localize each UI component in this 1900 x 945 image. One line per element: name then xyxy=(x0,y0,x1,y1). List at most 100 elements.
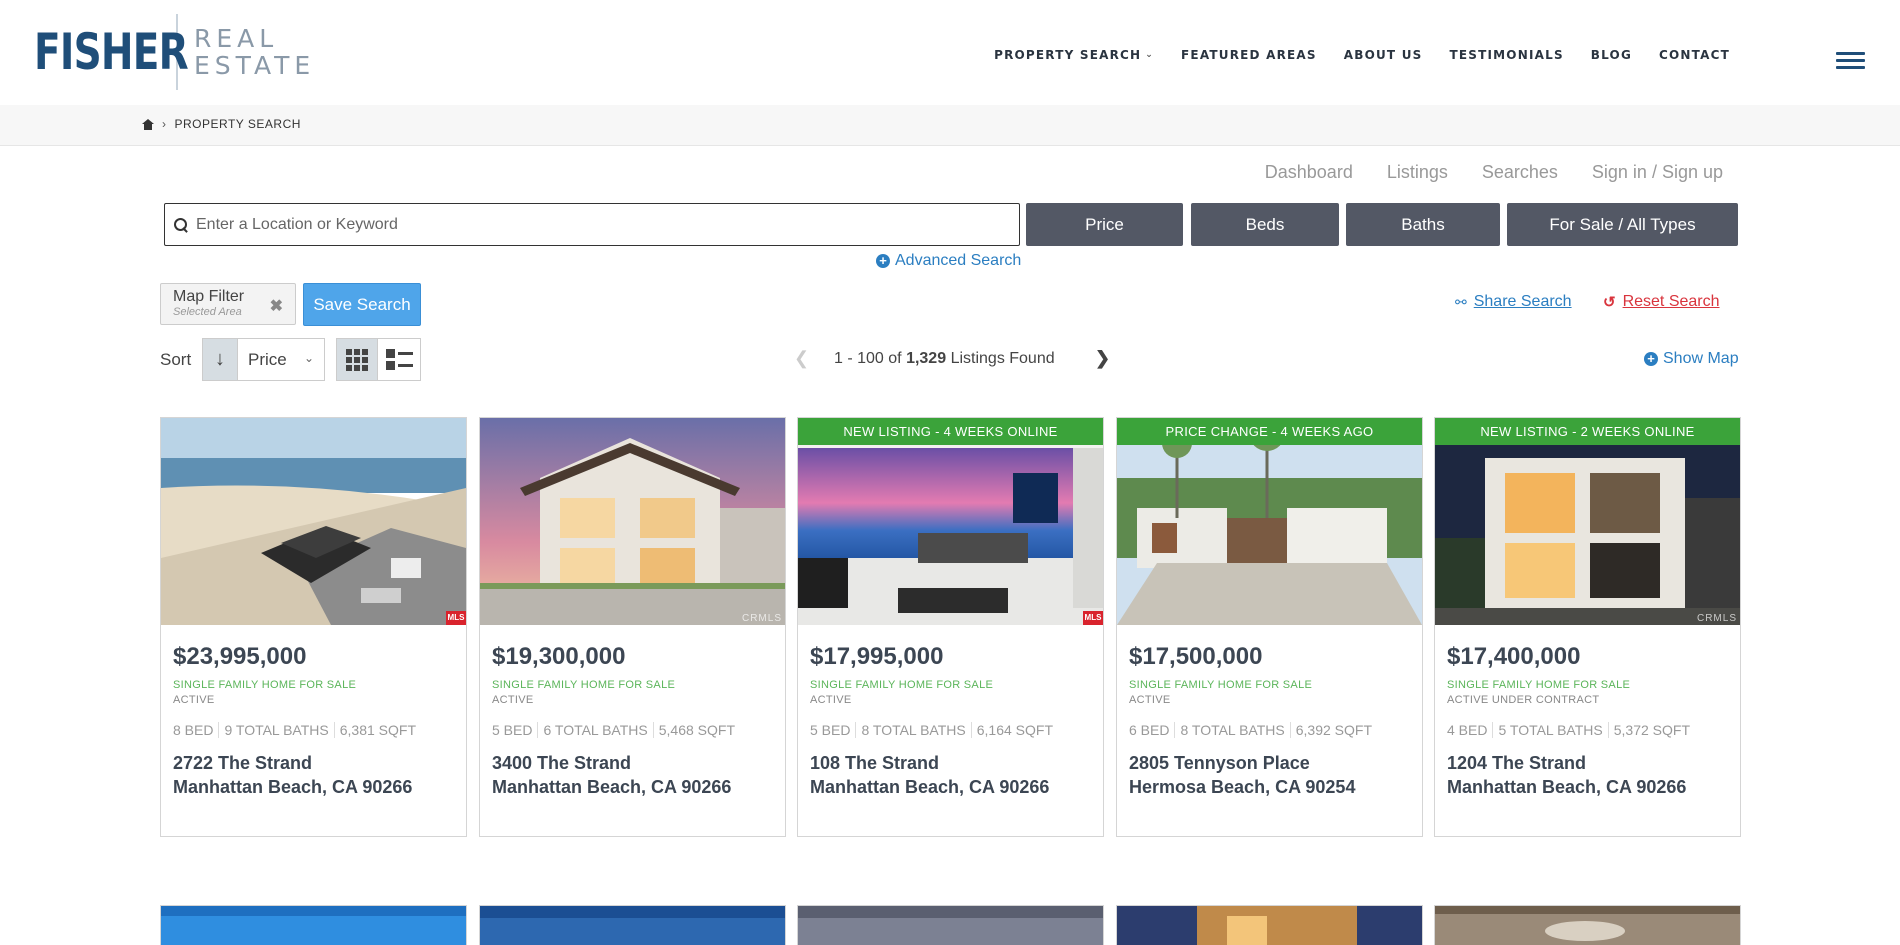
share-search-link[interactable]: ⚯ Share Search xyxy=(1455,293,1572,311)
listing-banner: PRICE CHANGE - 4 WEEKS AGO xyxy=(1117,418,1422,445)
listing-photo[interactable]: CRMLS xyxy=(1435,418,1740,625)
map-filter-chip[interactable]: Map Filter Selected Area ✖ xyxy=(160,283,296,325)
crmls-watermark: CRMLS xyxy=(1696,613,1737,624)
results-range: 1 - 100 of xyxy=(834,350,902,367)
sort-field-select[interactable]: Price ⌄ xyxy=(237,338,325,381)
listing-card[interactable]: NEW LISTING - 2 WEEKS ONLINE CRMLS $17,4… xyxy=(1434,417,1741,837)
listing-photo[interactable] xyxy=(1117,418,1422,625)
listing-baths: 8 TOTAL BATHS xyxy=(855,722,970,738)
listing-address[interactable]: 108 The Strand Manhattan Beach, CA 90266 xyxy=(810,751,1093,799)
sort-direction-button[interactable]: ↓ xyxy=(202,338,238,381)
logo[interactable]: FISHER REAL ESTATE xyxy=(34,14,315,90)
beds-filter-button[interactable]: Beds xyxy=(1191,203,1339,246)
listing-beds: 8 BED xyxy=(173,722,214,738)
sort-label: Sort xyxy=(160,350,192,369)
listing-photo[interactable]: CRMLS xyxy=(480,418,785,625)
results-total: 1,329 xyxy=(906,350,947,367)
nav-featured-areas[interactable]: FEATURED AREAS xyxy=(1181,48,1317,62)
link-sign-in[interactable]: Sign in / Sign up xyxy=(1592,162,1723,183)
listing-address[interactable]: 2805 Tennyson Place Hermosa Beach, CA 90… xyxy=(1129,751,1412,799)
share-search-label: Share Search xyxy=(1473,293,1572,310)
listing-address[interactable]: 3400 The Strand Manhattan Beach, CA 9026… xyxy=(492,751,775,799)
listing-specs: 5 BED 8 TOTAL BATHS 6,164 SQFT xyxy=(810,722,1093,738)
chevron-down-icon: ⌄ xyxy=(1145,50,1155,60)
listing-beds: 5 BED xyxy=(492,722,533,738)
nav-testimonials[interactable]: TESTIMONIALS xyxy=(1449,48,1563,62)
listing-baths: 8 TOTAL BATHS xyxy=(1174,722,1289,738)
reset-search-link[interactable]: ↺ Reset Search xyxy=(1603,293,1720,311)
listing-price: $17,995,000 xyxy=(810,643,944,670)
crmls-watermark: CRMLS xyxy=(741,613,782,624)
list-view-button[interactable] xyxy=(377,338,421,381)
listing-address[interactable]: 1204 The Strand Manhattan Beach, CA 9026… xyxy=(1447,751,1730,799)
listing-type: SINGLE FAMILY HOME FOR SALE xyxy=(173,679,357,691)
listing-type: SINGLE FAMILY HOME FOR SALE xyxy=(1447,679,1631,691)
listing-address[interactable]: 2722 The Strand Manhattan Beach, CA 9026… xyxy=(173,751,456,799)
nav-property-search[interactable]: PROPERTY SEARCH ⌄ xyxy=(994,48,1154,62)
listing-banner: NEW LISTING - 4 WEEKS ONLINE xyxy=(798,418,1103,445)
listing-city: Hermosa Beach, CA 90254 xyxy=(1129,777,1356,797)
home-icon[interactable] xyxy=(142,118,154,130)
listing-sqft: 5,372 SQFT xyxy=(1607,722,1695,738)
listing-status: ACTIVE xyxy=(810,694,852,706)
search-input[interactable] xyxy=(196,215,996,234)
listing-card[interactable]: PRICE CHANGE - 4 WEEKS AGO $17,500,000 S… xyxy=(1116,417,1423,837)
nav-label: PROPERTY SEARCH xyxy=(994,48,1142,62)
listing-type: SINGLE FAMILY HOME FOR SALE xyxy=(1129,679,1313,691)
listing-card[interactable]: NEW LISTING - 4 WEEKS ONLINE MLS $17,995… xyxy=(797,417,1104,837)
nav-blog[interactable]: BLOG xyxy=(1591,48,1632,62)
listing-specs: 8 BED 9 TOTAL BATHS 6,381 SQFT xyxy=(173,722,456,738)
listing-price: $17,500,000 xyxy=(1129,643,1263,670)
breadcrumb-current: PROPERTY SEARCH xyxy=(174,117,301,131)
link-listings[interactable]: Listings xyxy=(1387,162,1448,183)
reset-search-label: Reset Search xyxy=(1622,293,1720,310)
share-icon: ⚯ xyxy=(1455,293,1467,310)
plus-circle-icon: + xyxy=(1644,352,1658,366)
listing-card-partial[interactable] xyxy=(1434,905,1741,945)
listing-card[interactable]: MLS $23,995,000 SINGLE FAMILY HOME FOR S… xyxy=(160,417,467,837)
next-page-button[interactable]: ❯ xyxy=(1095,348,1110,369)
link-searches[interactable]: Searches xyxy=(1482,162,1558,183)
results-suffix: Listings Found xyxy=(950,350,1055,367)
listing-card[interactable]: CRMLS $19,300,000 SINGLE FAMILY HOME FOR… xyxy=(479,417,786,837)
listing-price: $23,995,000 xyxy=(173,643,307,670)
logo-main-text: FISHER xyxy=(34,23,189,81)
listing-card-partial[interactable] xyxy=(1116,905,1423,945)
listing-card-partial[interactable] xyxy=(479,905,786,945)
listing-banner: NEW LISTING - 2 WEEKS ONLINE xyxy=(1435,418,1740,445)
reset-icon: ↺ xyxy=(1603,294,1616,311)
listing-city: Manhattan Beach, CA 90266 xyxy=(1447,777,1687,797)
breadcrumb-separator-icon: › xyxy=(162,117,167,131)
grid-icon xyxy=(346,348,368,371)
listing-sqft: 6,381 SQFT xyxy=(333,722,421,738)
listing-specs: 4 BED 5 TOTAL BATHS 5,372 SQFT xyxy=(1447,722,1730,738)
listing-baths: 6 TOTAL BATHS xyxy=(537,722,652,738)
listing-photo[interactable]: MLS xyxy=(798,418,1103,625)
price-filter-button[interactable]: Price xyxy=(1026,203,1183,246)
baths-filter-button[interactable]: Baths xyxy=(1346,203,1500,246)
listing-details: $17,500,000 SINGLE FAMILY HOME FOR SALE … xyxy=(1129,643,1412,799)
logo-sub-line-1: REAL xyxy=(194,24,279,53)
nav-about-us[interactable]: ABOUT US xyxy=(1344,48,1423,62)
listing-photo[interactable]: MLS xyxy=(161,418,466,625)
list-icon xyxy=(385,349,413,370)
listing-baths: 5 TOTAL BATHS xyxy=(1492,722,1607,738)
search-box xyxy=(164,203,1020,246)
listing-card-partial[interactable] xyxy=(797,905,1104,945)
save-search-button[interactable]: Save Search xyxy=(303,283,421,326)
listing-street: 2805 Tennyson Place xyxy=(1129,753,1310,773)
type-filter-button[interactable]: For Sale / All Types xyxy=(1507,203,1738,246)
link-dashboard[interactable]: Dashboard xyxy=(1265,162,1353,183)
listing-card-partial[interactable] xyxy=(160,905,467,945)
nav-contact[interactable]: CONTACT xyxy=(1659,48,1730,62)
show-map-link[interactable]: + Show Map xyxy=(1644,350,1739,368)
listing-sqft: 5,468 SQFT xyxy=(652,722,740,738)
prev-page-button[interactable]: ❮ xyxy=(794,348,809,369)
hamburger-menu-icon[interactable] xyxy=(1836,52,1865,70)
breadcrumb: › PROPERTY SEARCH xyxy=(142,117,301,131)
sort-field-value: Price xyxy=(248,349,287,369)
grid-view-button[interactable] xyxy=(336,338,378,381)
advanced-search-link[interactable]: + Advanced Search xyxy=(876,252,1021,270)
close-icon[interactable]: ✖ xyxy=(270,296,283,316)
chevron-down-icon: ⌄ xyxy=(303,351,314,365)
